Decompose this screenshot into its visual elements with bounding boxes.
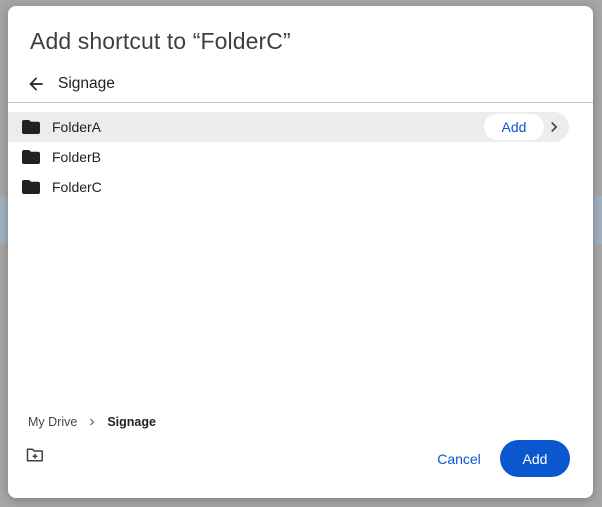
folder-icon: [22, 150, 40, 164]
folder-list: FolderA Add FolderB FolderC: [8, 112, 593, 202]
chevron-right-icon: [85, 415, 99, 429]
back-button[interactable]: [24, 72, 48, 96]
background-strip: [594, 196, 602, 244]
breadcrumb-my-drive[interactable]: My Drive: [28, 415, 77, 429]
folder-name: FolderB: [52, 149, 102, 165]
add-button[interactable]: Add: [500, 440, 570, 477]
cancel-button[interactable]: Cancel: [426, 444, 492, 474]
dialog-title: Add shortcut to “FolderC”: [30, 28, 291, 54]
navigation-header: Signage: [24, 70, 115, 98]
folder-row-folderc[interactable]: FolderC: [8, 172, 569, 202]
header-divider: [8, 102, 593, 103]
folder-name: FolderC: [52, 179, 102, 195]
create-new-folder-icon: [26, 448, 43, 462]
add-shortcut-dialog: Add shortcut to “FolderC” Signage Folder…: [8, 6, 593, 498]
new-folder-button[interactable]: [26, 447, 44, 463]
folder-icon: [22, 180, 40, 194]
folder-row-foldera[interactable]: FolderA Add: [8, 112, 569, 142]
add-here-button[interactable]: Add: [484, 114, 544, 140]
folder-name: FolderA: [52, 119, 102, 135]
folder-icon: [22, 120, 40, 134]
background-strip: [0, 196, 8, 244]
current-folder-title: Signage: [58, 75, 115, 92]
chevron-right-icon: [551, 122, 558, 132]
arrow-left-icon: [29, 77, 43, 91]
folder-row-folderb[interactable]: FolderB: [8, 142, 569, 172]
breadcrumb: My Drive Signage: [28, 415, 156, 429]
open-folder-button[interactable]: [542, 115, 566, 139]
breadcrumb-current: Signage: [107, 415, 156, 429]
